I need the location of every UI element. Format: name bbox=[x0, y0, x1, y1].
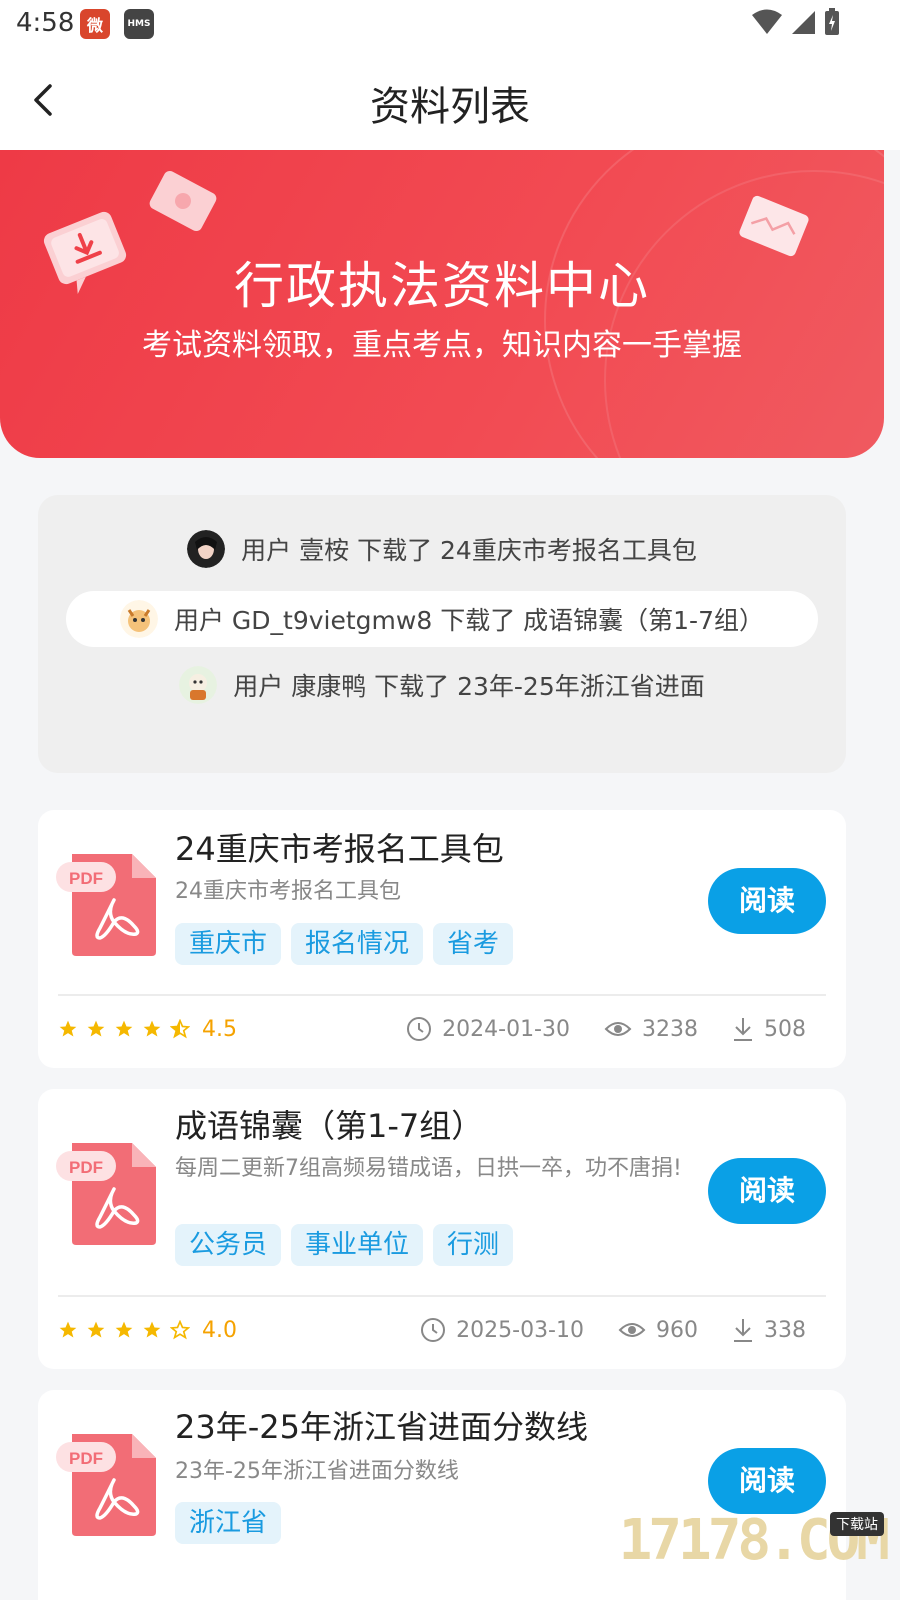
star-rating: 4.0 bbox=[58, 1318, 237, 1343]
star-full-icon bbox=[115, 1020, 133, 1037]
publish-date: 2024-01-30 bbox=[442, 1016, 570, 1042]
hero-banner: 行政执法资料中心 考试资料领取，重点考点，知识内容一手掌握 bbox=[0, 150, 884, 458]
banner-subtitle: 考试资料领取，重点考点，知识内容一手掌握 bbox=[142, 328, 742, 363]
hms-app-icon: HMS bbox=[124, 9, 154, 39]
eye-icon bbox=[618, 1323, 646, 1337]
feed-item: 用户 康康鸭 下载了 23年-25年浙江省进面 bbox=[38, 657, 846, 713]
status-time: 4:58 bbox=[16, 8, 75, 38]
publish-date: 2025-03-10 bbox=[456, 1317, 584, 1343]
download-icon bbox=[734, 1018, 752, 1041]
document-card[interactable]: PDF 24重庆市考报名工具包 24重庆市考报名工具包 重庆市 报名情况 省考 … bbox=[38, 810, 846, 1068]
card-divider bbox=[58, 1295, 826, 1297]
tag-list: 重庆市 报名情况 省考 bbox=[175, 923, 514, 965]
clock-icon bbox=[407, 1017, 432, 1041]
star-full-icon bbox=[87, 1020, 105, 1037]
tag[interactable]: 公务员 bbox=[175, 1224, 282, 1266]
document-description: 每周二更新7组高频易错成语，日拱一卒，功不唐捐! bbox=[175, 1156, 682, 1181]
eye-icon bbox=[604, 1022, 632, 1036]
pdf-file-icon: PDF bbox=[56, 854, 156, 956]
download-activity-feed: 用户 壹桉 下载了 24重庆市考报名工具包 用户 GD_t9vietgmw8 下… bbox=[38, 495, 846, 773]
star-rating: 4.5 bbox=[58, 1017, 237, 1042]
document-stats: 2024-01-30 3238 508 bbox=[406, 1016, 806, 1042]
download-count: 508 bbox=[764, 1016, 806, 1042]
star-full-icon bbox=[115, 1321, 133, 1338]
star-full-icon bbox=[143, 1321, 161, 1338]
user-avatar bbox=[119, 600, 158, 638]
star-full-icon bbox=[59, 1321, 77, 1338]
feed-text: 用户 康康鸭 下载了 23年-25年浙江省进面 bbox=[233, 672, 705, 701]
tag-list: 公务员 事业单位 行测 bbox=[175, 1224, 514, 1266]
pdf-file-icon: PDF bbox=[56, 1434, 156, 1536]
star-full-icon bbox=[59, 1020, 77, 1037]
weibo-app-icon: 微 bbox=[80, 9, 110, 39]
feed-item-highlighted: 用户 GD_t9vietgmw8 下载了 成语锦囊（第1-7组） bbox=[66, 591, 818, 647]
view-count: 960 bbox=[656, 1317, 698, 1343]
rating-value: 4.0 bbox=[202, 1317, 237, 1343]
tag[interactable]: 重庆市 bbox=[175, 923, 282, 965]
wifi-icon bbox=[752, 9, 782, 34]
signal-icon bbox=[792, 11, 815, 34]
star-empty-icon bbox=[170, 1320, 190, 1340]
star-half-icon bbox=[170, 1019, 190, 1039]
document-title[interactable]: 成语锦囊（第1-7组） bbox=[175, 1101, 483, 1147]
card-divider bbox=[58, 994, 826, 996]
video-card-icon bbox=[149, 170, 217, 232]
view-count: 3238 bbox=[642, 1016, 698, 1042]
document-title[interactable]: 24重庆市考报名工具包 bbox=[175, 824, 504, 870]
star-full-icon bbox=[143, 1020, 161, 1037]
rating-value: 4.5 bbox=[202, 1016, 237, 1042]
document-meta: 4.0 2025-03-10 960 338 bbox=[58, 1315, 806, 1345]
status-indicators bbox=[752, 8, 840, 36]
pdf-label: PDF bbox=[69, 1158, 103, 1177]
document-title[interactable]: 23年-25年浙江省进面分数线 bbox=[175, 1402, 588, 1448]
user-avatar bbox=[187, 530, 226, 568]
document-card[interactable]: PDF 成语锦囊（第1-7组） 每周二更新7组高频易错成语，日拱一卒，功不唐捐!… bbox=[38, 1089, 846, 1369]
document-meta: 4.5 2024-01-30 3238 508 bbox=[58, 1014, 806, 1044]
read-button[interactable]: 阅读 bbox=[708, 1158, 826, 1224]
pdf-label: PDF bbox=[69, 1449, 103, 1468]
site-watermark-tag: 下载站 bbox=[830, 1512, 884, 1536]
feed-text: 用户 GD_t9vietgmw8 下载了 成语锦囊（第1-7组） bbox=[173, 606, 764, 635]
clock-icon bbox=[421, 1318, 446, 1342]
tag[interactable]: 省考 bbox=[433, 923, 514, 965]
document-description: 24重庆市考报名工具包 bbox=[175, 879, 401, 904]
status-bar: 4:58 微 HMS bbox=[0, 0, 900, 50]
tag-list: 浙江省 bbox=[175, 1502, 282, 1544]
pdf-label: PDF bbox=[69, 869, 103, 888]
star-full-icon bbox=[87, 1321, 105, 1338]
document-stats: 2025-03-10 960 338 bbox=[420, 1317, 806, 1343]
tag[interactable]: 浙江省 bbox=[175, 1502, 282, 1544]
document-description: 23年-25年浙江省进面分数线 bbox=[175, 1459, 459, 1484]
pdf-file-icon: PDF bbox=[56, 1143, 156, 1245]
page-title: 资料列表 bbox=[370, 84, 530, 130]
download-icon bbox=[734, 1319, 752, 1342]
tag[interactable]: 事业单位 bbox=[291, 1224, 424, 1266]
download-count: 338 bbox=[764, 1317, 806, 1343]
feed-text: 用户 壹桉 下载了 24重庆市考报名工具包 bbox=[241, 536, 697, 565]
battery-icon bbox=[825, 8, 839, 35]
read-button[interactable]: 阅读 bbox=[708, 868, 826, 934]
tag[interactable]: 行测 bbox=[433, 1224, 514, 1266]
read-button[interactable]: 阅读 bbox=[708, 1448, 826, 1514]
banner-title: 行政执法资料中心 bbox=[234, 257, 650, 315]
user-avatar bbox=[179, 666, 218, 704]
tag[interactable]: 报名情况 bbox=[291, 923, 424, 965]
feed-item: 用户 壹桉 下载了 24重庆市考报名工具包 bbox=[38, 521, 846, 577]
app-header: 资料列表 bbox=[0, 50, 900, 150]
